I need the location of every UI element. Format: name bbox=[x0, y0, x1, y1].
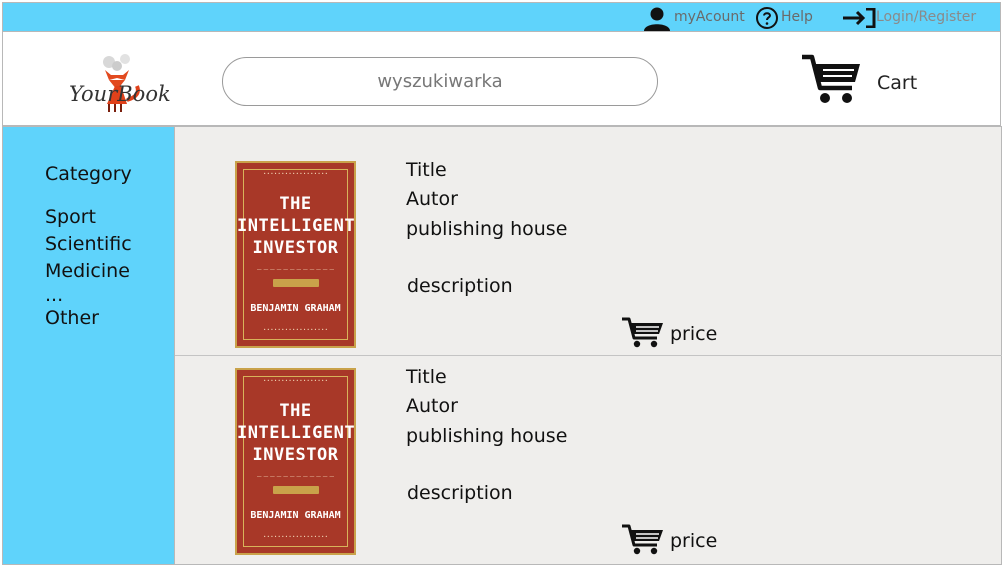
book-author: Autor bbox=[406, 188, 458, 210]
cover-title-line: INTELLIGENT bbox=[237, 423, 356, 443]
login-register-link[interactable]: Login/Register bbox=[876, 9, 976, 25]
cover-title-line: INVESTOR bbox=[252, 238, 339, 258]
cover-author: BENJAMIN GRAHAM bbox=[250, 510, 341, 521]
book-row: • • • • • • • • • • • • • • • • • • THE … bbox=[175, 127, 1002, 348]
book-publisher: publishing house bbox=[406, 218, 568, 240]
book-description: description bbox=[407, 482, 513, 504]
book-author: Autor bbox=[406, 395, 458, 417]
cart-label[interactable]: Cart bbox=[877, 72, 917, 94]
cover-title-line: THE bbox=[279, 194, 312, 214]
my-account-link[interactable]: myAcount bbox=[674, 9, 745, 25]
category-sidebar: Category Sport Scientific Medicine ... O… bbox=[2, 126, 175, 565]
cover-title-line: INVESTOR bbox=[252, 445, 339, 465]
help-link[interactable]: Help bbox=[781, 9, 813, 25]
category-heading[interactable]: Category bbox=[45, 163, 132, 185]
category-item-sport[interactable]: Sport bbox=[45, 204, 132, 231]
search-input[interactable] bbox=[222, 57, 658, 106]
book-cover-image[interactable]: • • • • • • • • • • • • • • • • • • THE … bbox=[235, 368, 356, 555]
book-cover-image[interactable]: • • • • • • • • • • • • • • • • • • THE … bbox=[235, 161, 356, 348]
top-bar: myAcount Help Login/Register bbox=[2, 2, 1001, 32]
book-row: • • • • • • • • • • • • • • • • • • THE … bbox=[175, 355, 1002, 562]
help-icon[interactable] bbox=[755, 6, 779, 30]
cover-title-line: THE bbox=[279, 401, 312, 421]
user-icon[interactable] bbox=[641, 6, 673, 31]
book-description: description bbox=[407, 275, 513, 297]
book-title[interactable]: Title bbox=[406, 366, 447, 388]
cover-author: BENJAMIN GRAHAM bbox=[250, 303, 341, 314]
logo-text[interactable]: YourBook bbox=[69, 82, 171, 106]
add-to-cart-icon[interactable] bbox=[621, 523, 665, 555]
category-list: Sport Scientific Medicine ... Other bbox=[45, 204, 132, 332]
category-item-other[interactable]: Other bbox=[45, 305, 132, 332]
book-publisher: publishing house bbox=[406, 425, 568, 447]
book-price[interactable]: price bbox=[670, 323, 717, 345]
add-to-cart-icon[interactable] bbox=[621, 316, 665, 348]
category-item-medicine[interactable]: Medicine bbox=[45, 258, 132, 285]
category-item-scientific[interactable]: Scientific bbox=[45, 231, 132, 258]
login-icon[interactable] bbox=[841, 8, 877, 28]
cover-title-line: INTELLIGENT bbox=[237, 216, 356, 236]
cart-icon[interactable] bbox=[800, 52, 864, 106]
book-price[interactable]: price bbox=[670, 530, 717, 552]
book-list: • • • • • • • • • • • • • • • • • • THE … bbox=[175, 126, 1002, 565]
category-item-more[interactable]: ... bbox=[45, 285, 132, 305]
book-title[interactable]: Title bbox=[406, 159, 447, 181]
header: YourBook Cart bbox=[2, 32, 1001, 126]
